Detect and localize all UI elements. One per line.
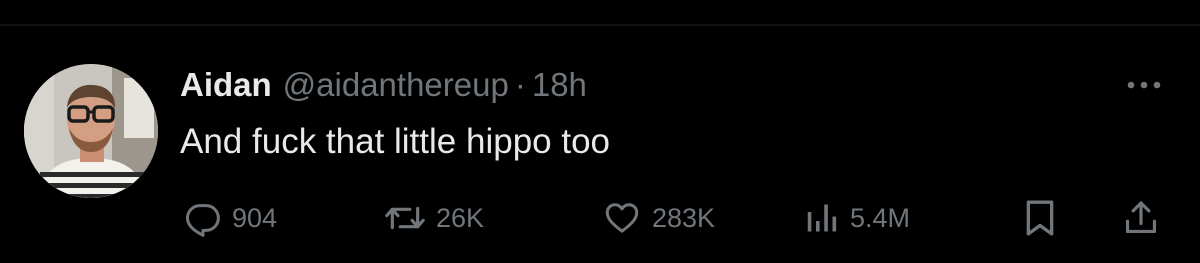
tweet-text: And fuck that little hippo too (180, 122, 610, 161)
action-bar: 904 26K 283K 5.4M (0, 196, 1200, 240)
bookmark-button[interactable] (1023, 196, 1057, 240)
retweet-button[interactable]: 26K (384, 196, 484, 240)
views-icon (807, 204, 837, 232)
reply-button[interactable]: 904 (184, 196, 277, 240)
bookmark-icon (1026, 200, 1054, 236)
tweet-header: Aidan @aidanthereup · 18h (180, 66, 587, 110)
tweet[interactable]: Aidan @aidanthereup · 18h And fuck that … (0, 26, 1200, 263)
reply-count: 904 (232, 202, 278, 233)
like-count: 283K (652, 202, 716, 233)
author-handle[interactable]: @aidanthereup (283, 66, 509, 104)
heart-icon (605, 203, 639, 233)
retweet-icon (385, 206, 425, 230)
more-icon (1127, 81, 1161, 89)
like-button[interactable]: 283K (602, 196, 715, 240)
views-count: 5.4M (850, 202, 911, 233)
separator-dot: · (514, 66, 526, 103)
more-button[interactable] (1122, 70, 1166, 100)
author-name[interactable]: Aidan (180, 66, 272, 104)
retweet-count: 26K (436, 202, 485, 233)
reply-icon (185, 204, 220, 237)
avatar-image (24, 64, 158, 198)
views-button[interactable]: 5.4M (804, 196, 910, 240)
share-icon (1125, 201, 1157, 234)
share-button[interactable] (1122, 196, 1160, 240)
timestamp[interactable]: 18h (532, 66, 587, 104)
avatar[interactable] (24, 64, 158, 198)
